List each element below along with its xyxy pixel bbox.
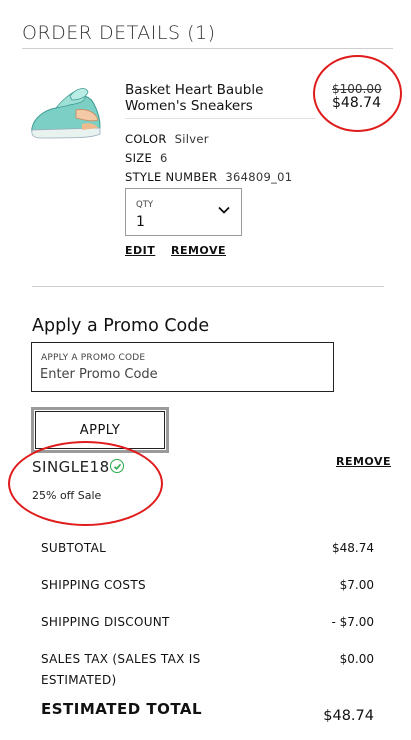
remove-promo-link[interactable]: REMOVE — [336, 455, 391, 468]
divider — [32, 286, 384, 287]
sales-tax-label-cont: ESTIMATED) — [41, 673, 117, 687]
size-label: SIZE — [125, 151, 153, 165]
divider — [22, 48, 393, 49]
product-image[interactable] — [26, 80, 106, 150]
sales-tax-label: SALES TAX (SALES TAX IS — [41, 652, 201, 666]
qty-value: 1 — [136, 214, 145, 230]
size-attribute: SIZE 6 — [125, 151, 168, 165]
promo-code-field[interactable]: APPLY A PROMO CODE — [31, 342, 334, 392]
qty-label: QTY — [136, 200, 154, 210]
shipping-value: $7.00 — [339, 578, 374, 592]
estimated-total-value: $48.74 — [323, 708, 374, 724]
promo-annotation-circle — [8, 441, 163, 526]
shipping-discount-label: SHIPPING DISCOUNT — [41, 615, 170, 629]
promo-heading: Apply a Promo Code — [32, 316, 210, 336]
subtotal-label: SUBTOTAL — [41, 541, 107, 555]
shipping-discount-value: - $7.00 — [331, 615, 375, 629]
color-attribute: COLOR Silver — [125, 132, 209, 146]
apply-button-label: APPLY — [79, 423, 121, 438]
style-number-value: 364809_01 — [225, 170, 293, 184]
shipping-label: SHIPPING COSTS — [41, 578, 146, 592]
edit-link[interactable]: EDIT — [125, 244, 155, 257]
color-value: Silver — [174, 132, 209, 146]
order-details-title: ORDER DETAILS (1) — [22, 22, 216, 44]
style-number-label: STYLE NUMBER — [125, 170, 218, 184]
sales-tax-value: $0.00 — [339, 652, 374, 666]
style-number-attribute: STYLE NUMBER 364809_01 — [125, 170, 292, 184]
remove-item-link[interactable]: REMOVE — [171, 244, 226, 257]
price-annotation-circle — [313, 55, 402, 132]
size-value: 6 — [160, 151, 168, 165]
promo-field-label: APPLY A PROMO CODE — [41, 353, 146, 363]
promo-code-input[interactable] — [40, 367, 320, 382]
estimated-total-label: ESTIMATED TOTAL — [41, 700, 203, 718]
subtotal-value: $48.74 — [332, 541, 374, 555]
divider — [125, 118, 315, 119]
chevron-down-icon[interactable] — [217, 203, 231, 217]
color-label: COLOR — [125, 132, 167, 146]
product-name[interactable]: Basket Heart Bauble Women's Sneakers — [125, 82, 305, 114]
quantity-select[interactable]: QTY 1 — [125, 188, 242, 236]
